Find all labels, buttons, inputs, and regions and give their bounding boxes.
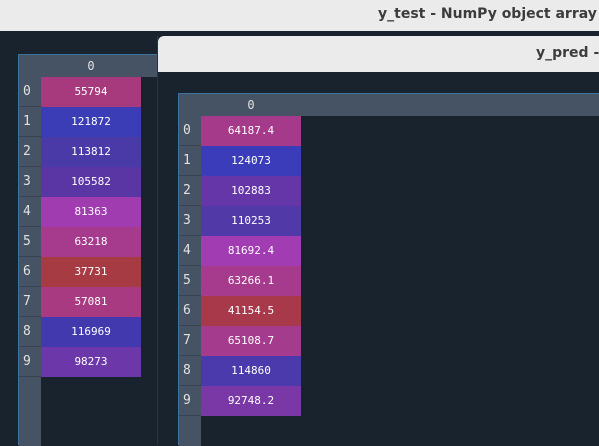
table-cell[interactable]: 116969 <box>41 317 141 347</box>
row-header-3[interactable]: 3 <box>19 167 41 197</box>
table-cell[interactable]: 55794 <box>41 77 141 107</box>
y-test-table[interactable]: 0 0 55794 1 121872 2 113812 3 105582 4 81363 5 6321… <box>18 54 158 446</box>
row-header-7[interactable]: 7 <box>19 287 41 317</box>
y-pred-window: y_pred - N 0 064187.41124073210288331102… <box>157 36 599 446</box>
row-header-2[interactable]: 2 <box>19 137 41 167</box>
row-header-5[interactable]: 5 <box>19 227 41 257</box>
table-cell[interactable]: 114860 <box>201 356 301 386</box>
row-header-3[interactable]: 3 <box>179 206 201 236</box>
row-header-6[interactable]: 6 <box>19 257 41 287</box>
table-cell[interactable]: 64187.4 <box>201 116 301 146</box>
y-pred-window-title: y_pred - N <box>536 45 599 61</box>
row-header-6[interactable]: 6 <box>179 296 201 326</box>
table-cell[interactable]: 81692.4 <box>201 236 301 266</box>
table-cell[interactable]: 105582 <box>41 167 141 197</box>
row-header-2[interactable]: 2 <box>179 176 201 206</box>
row-header-5[interactable]: 5 <box>179 266 201 296</box>
table-cell[interactable]: 121872 <box>41 107 141 137</box>
table-cell[interactable]: 65108.7 <box>201 326 301 356</box>
table-cell[interactable]: 102883 <box>201 176 301 206</box>
row-header-1[interactable]: 1 <box>179 146 201 176</box>
row-header-9[interactable]: 9 <box>179 386 201 416</box>
column-header-0[interactable]: 0 <box>201 94 301 116</box>
table-cell[interactable]: 63218 <box>41 227 141 257</box>
table-corner[interactable] <box>179 94 201 116</box>
y-pred-table[interactable]: 0 0 64187.4 1 124073 2 102883 3 110253 4 81692.4 5… <box>178 93 599 446</box>
table-cell[interactable]: 113812 <box>41 137 141 167</box>
table-cell[interactable]: 37731 <box>41 257 141 287</box>
table-cell[interactable]: 57081 <box>41 287 141 317</box>
row-header-7[interactable]: 7 <box>179 326 201 356</box>
row-header-8[interactable]: 8 <box>179 356 201 386</box>
table-cell[interactable]: 110253 <box>201 206 301 236</box>
y-test-window-title: y_test - NumPy object array <box>378 6 597 22</box>
table-cell[interactable]: 81363 <box>41 197 141 227</box>
y-test-titlebar[interactable]: y_test - NumPy object array <box>0 0 599 31</box>
table-cell[interactable]: 41154.5 <box>201 296 301 326</box>
row-header-0[interactable]: 0 <box>19 77 41 107</box>
y-pred-titlebar[interactable]: y_pred - N <box>158 36 599 72</box>
row-header-1[interactable]: 1 <box>19 107 41 137</box>
table-cell[interactable]: 63266.1 <box>201 266 301 296</box>
row-header-4[interactable]: 4 <box>179 236 201 266</box>
table-cell[interactable]: 98273 <box>41 347 141 377</box>
table-corner[interactable] <box>19 55 41 77</box>
table-cell[interactable]: 92748.2 <box>201 386 301 416</box>
row-header-8[interactable]: 8 <box>19 317 41 347</box>
row-header-0[interactable]: 0 <box>179 116 201 146</box>
column-header-0[interactable]: 0 <box>41 55 141 77</box>
row-header-9[interactable]: 9 <box>19 347 41 377</box>
row-header-4[interactable]: 4 <box>19 197 41 227</box>
table-cell[interactable]: 124073 <box>201 146 301 176</box>
